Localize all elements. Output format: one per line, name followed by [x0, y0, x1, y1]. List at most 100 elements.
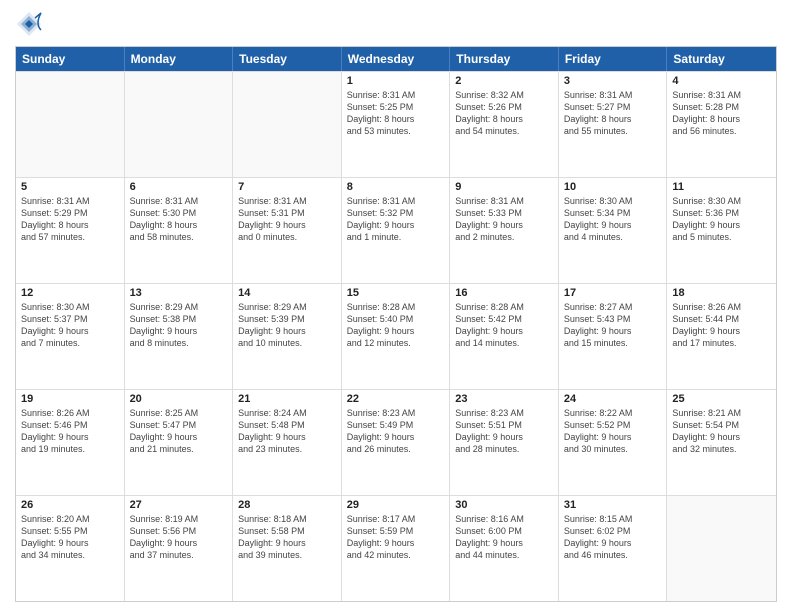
calendar-day-cell: 3Sunrise: 8:31 AM Sunset: 5:27 PM Daylig…: [559, 72, 668, 177]
day-number: 5: [21, 181, 119, 193]
day-number: 29: [347, 499, 445, 511]
day-content: Sunrise: 8:31 AM Sunset: 5:30 PM Dayligh…: [130, 195, 228, 244]
calendar-body: 1Sunrise: 8:31 AM Sunset: 5:25 PM Daylig…: [16, 71, 776, 601]
calendar-day-cell: 7Sunrise: 8:31 AM Sunset: 5:31 PM Daylig…: [233, 178, 342, 283]
calendar-day-cell: 4 Sunrise: 8:31 AM Sunset: 5:28 PM Daylig…: [667, 72, 776, 177]
calendar-day-cell: 26 Sunrise: 8:20 AM Sunset: 5:55 PM Dayli…: [16, 496, 125, 601]
day-content: Sunrise: 8:27 AM Sunset: 5:43 PM Dayligh…: [564, 301, 662, 350]
day-content: Sunrise: 8:30 AM Sunset: 5:37 PM Dayligh…: [21, 301, 119, 350]
calendar-week-row: 26 Sunrise: 8:20 AM Sunset: 5:55 PM Dayli…: [16, 495, 776, 601]
calendar-week-row: 12 Sunrise: 8:30 AM Sunset: 5:37 PM Dayli…: [16, 283, 776, 389]
calendar-day-cell: 9 Sunrise: 8:31 AM Sunset: 5:33 PM Daylig…: [450, 178, 559, 283]
day-content: Sunrise: 8:26 AM Sunset: 5:46 PM Dayligh…: [21, 407, 119, 456]
day-content: Sunrise: 8:31 AM Sunset: 5:32 PM Dayligh…: [347, 195, 445, 244]
day-content: Sunrise: 8:23 AM Sunset: 5:51 PM Dayligh…: [455, 407, 553, 456]
day-number: 19: [21, 393, 119, 405]
day-number: 10: [564, 181, 662, 193]
calendar-day-cell: 13 Sunrise: 8:29 AM Sunset: 5:38 PM Dayli…: [125, 284, 234, 389]
calendar-empty-cell: [233, 72, 342, 177]
calendar-week-row: 5 Sunrise: 8:31 AM Sunset: 5:29 PM Daylig…: [16, 177, 776, 283]
day-of-week-header: Sunday: [16, 47, 125, 71]
calendar-day-cell: 16 Sunrise: 8:28 AM Sunset: 5:42 PM Dayli…: [450, 284, 559, 389]
day-content: Sunrise: 8:31 AM Sunset: 5:28 PM Dayligh…: [672, 89, 771, 138]
day-number: 9: [455, 181, 553, 193]
day-content: Sunrise: 8:31 AM Sunset: 5:33 PM Dayligh…: [455, 195, 553, 244]
calendar-day-cell: 10 Sunrise: 8:30 AM Sunset: 5:34 PM Dayli…: [559, 178, 668, 283]
day-of-week-header: Friday: [559, 47, 668, 71]
calendar-empty-cell: [16, 72, 125, 177]
day-content: Sunrise: 8:30 AM Sunset: 5:34 PM Dayligh…: [564, 195, 662, 244]
day-number: 31: [564, 499, 662, 511]
header: [15, 10, 777, 38]
calendar-day-cell: 23Sunrise: 8:23 AM Sunset: 5:51 PM Dayli…: [450, 390, 559, 495]
calendar-week-row: 19 Sunrise: 8:26 AM Sunset: 5:46 PM Dayli…: [16, 389, 776, 495]
calendar-day-cell: 5 Sunrise: 8:31 AM Sunset: 5:29 PM Daylig…: [16, 178, 125, 283]
day-number: 16: [455, 287, 553, 299]
day-content: Sunrise: 8:32 AM Sunset: 5:26 PM Dayligh…: [455, 89, 553, 138]
day-number: 21: [238, 393, 336, 405]
calendar: SundayMondayTuesdayWednesdayThursdayFrid…: [15, 46, 777, 602]
day-number: 18: [672, 287, 771, 299]
day-number: 13: [130, 287, 228, 299]
day-number: 8: [347, 181, 445, 193]
calendar-day-cell: 20Sunrise: 8:25 AM Sunset: 5:47 PM Dayli…: [125, 390, 234, 495]
calendar-day-cell: 17Sunrise: 8:27 AM Sunset: 5:43 PM Dayli…: [559, 284, 668, 389]
logo-icon: [15, 10, 43, 38]
day-content: Sunrise: 8:29 AM Sunset: 5:38 PM Dayligh…: [130, 301, 228, 350]
day-content: Sunrise: 8:17 AM Sunset: 5:59 PM Dayligh…: [347, 513, 445, 562]
day-number: 25: [672, 393, 771, 405]
day-of-week-header: Tuesday: [233, 47, 342, 71]
calendar-day-cell: 15 Sunrise: 8:28 AM Sunset: 5:40 PM Dayli…: [342, 284, 451, 389]
calendar-day-cell: 18 Sunrise: 8:26 AM Sunset: 5:44 PM Dayli…: [667, 284, 776, 389]
day-number: 30: [455, 499, 553, 511]
day-content: Sunrise: 8:23 AM Sunset: 5:49 PM Dayligh…: [347, 407, 445, 456]
day-number: 2: [455, 75, 553, 87]
calendar-header: SundayMondayTuesdayWednesdayThursdayFrid…: [16, 47, 776, 71]
day-number: 12: [21, 287, 119, 299]
day-number: 3: [564, 75, 662, 87]
day-content: Sunrise: 8:30 AM Sunset: 5:36 PM Dayligh…: [672, 195, 771, 244]
day-number: 14: [238, 287, 336, 299]
day-content: Sunrise: 8:16 AM Sunset: 6:00 PM Dayligh…: [455, 513, 553, 562]
day-number: 28: [238, 499, 336, 511]
calendar-day-cell: 30 Sunrise: 8:16 AM Sunset: 6:00 PM Dayli…: [450, 496, 559, 601]
day-content: Sunrise: 8:28 AM Sunset: 5:40 PM Dayligh…: [347, 301, 445, 350]
day-content: Sunrise: 8:31 AM Sunset: 5:29 PM Dayligh…: [21, 195, 119, 244]
day-number: 6: [130, 181, 228, 193]
day-content: Sunrise: 8:31 AM Sunset: 5:25 PM Dayligh…: [347, 89, 445, 138]
day-content: Sunrise: 8:20 AM Sunset: 5:55 PM Dayligh…: [21, 513, 119, 562]
calendar-day-cell: 29 Sunrise: 8:17 AM Sunset: 5:59 PM Dayli…: [342, 496, 451, 601]
day-number: 26: [21, 499, 119, 511]
calendar-day-cell: 14Sunrise: 8:29 AM Sunset: 5:39 PM Dayli…: [233, 284, 342, 389]
calendar-day-cell: 11Sunrise: 8:30 AM Sunset: 5:36 PM Dayli…: [667, 178, 776, 283]
day-content: Sunrise: 8:26 AM Sunset: 5:44 PM Dayligh…: [672, 301, 771, 350]
day-content: Sunrise: 8:19 AM Sunset: 5:56 PM Dayligh…: [130, 513, 228, 562]
day-content: Sunrise: 8:22 AM Sunset: 5:52 PM Dayligh…: [564, 407, 662, 456]
day-of-week-header: Saturday: [667, 47, 776, 71]
calendar-week-row: 1Sunrise: 8:31 AM Sunset: 5:25 PM Daylig…: [16, 71, 776, 177]
day-of-week-header: Wednesday: [342, 47, 451, 71]
day-content: Sunrise: 8:21 AM Sunset: 5:54 PM Dayligh…: [672, 407, 771, 456]
day-number: 4: [672, 75, 771, 87]
calendar-empty-cell: [667, 496, 776, 601]
day-number: 27: [130, 499, 228, 511]
calendar-day-cell: 22 Sunrise: 8:23 AM Sunset: 5:49 PM Dayli…: [342, 390, 451, 495]
calendar-day-cell: 12 Sunrise: 8:30 AM Sunset: 5:37 PM Dayli…: [16, 284, 125, 389]
calendar-day-cell: 1Sunrise: 8:31 AM Sunset: 5:25 PM Daylig…: [342, 72, 451, 177]
day-content: Sunrise: 8:18 AM Sunset: 5:58 PM Dayligh…: [238, 513, 336, 562]
day-content: Sunrise: 8:15 AM Sunset: 6:02 PM Dayligh…: [564, 513, 662, 562]
page: SundayMondayTuesdayWednesdayThursdayFrid…: [0, 0, 792, 612]
logo: [15, 10, 47, 38]
calendar-empty-cell: [125, 72, 234, 177]
calendar-day-cell: 25 Sunrise: 8:21 AM Sunset: 5:54 PM Dayli…: [667, 390, 776, 495]
day-number: 22: [347, 393, 445, 405]
calendar-day-cell: 31 Sunrise: 8:15 AM Sunset: 6:02 PM Dayli…: [559, 496, 668, 601]
calendar-day-cell: 28 Sunrise: 8:18 AM Sunset: 5:58 PM Dayli…: [233, 496, 342, 601]
day-number: 7: [238, 181, 336, 193]
day-number: 15: [347, 287, 445, 299]
day-content: Sunrise: 8:28 AM Sunset: 5:42 PM Dayligh…: [455, 301, 553, 350]
day-number: 20: [130, 393, 228, 405]
day-of-week-header: Monday: [125, 47, 234, 71]
calendar-day-cell: 19 Sunrise: 8:26 AM Sunset: 5:46 PM Dayli…: [16, 390, 125, 495]
calendar-day-cell: 24Sunrise: 8:22 AM Sunset: 5:52 PM Dayli…: [559, 390, 668, 495]
